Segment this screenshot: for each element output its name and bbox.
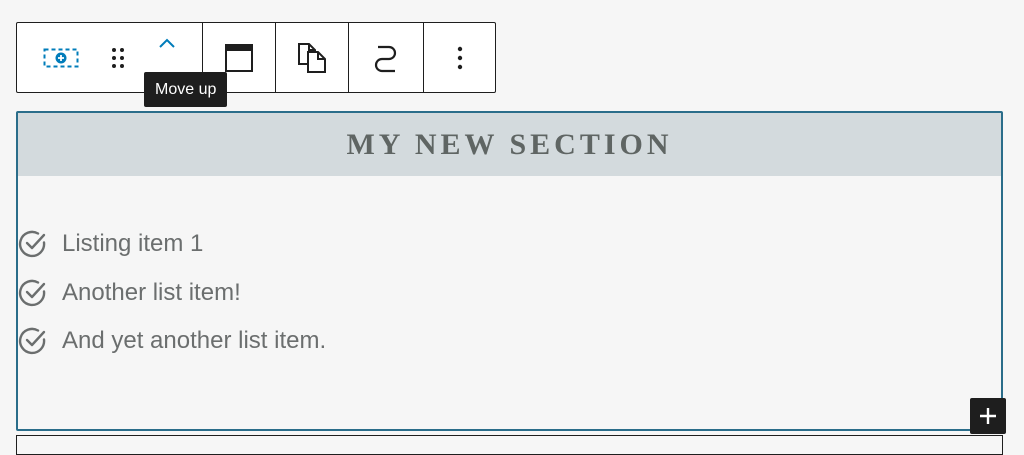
plus-icon: [980, 408, 996, 424]
toolbar-group-transform: [349, 23, 424, 92]
transform-icon: [374, 45, 397, 72]
layout-icon: [225, 43, 253, 72]
move-up-button[interactable]: [152, 23, 182, 63]
chevron-up-icon: [159, 38, 175, 48]
more-options-button[interactable]: [424, 23, 495, 92]
add-section-button[interactable]: [35, 23, 87, 92]
more-options-icon: [457, 46, 462, 69]
move-up-tooltip: Move up: [144, 72, 228, 107]
check-circle-icon: [18, 229, 48, 259]
toolbar-group-duplicate: [276, 23, 349, 92]
list-item-text[interactable]: Another list item!: [62, 279, 241, 307]
list-item-text[interactable]: And yet another list item.: [62, 327, 326, 355]
drag-handle-icon: [112, 47, 124, 68]
list-item: Listing item 1: [18, 220, 326, 269]
drag-handle-button[interactable]: [103, 23, 133, 92]
section-block[interactable]: MY NEW SECTION Listing item 1 Another li…: [16, 111, 1003, 431]
toolbar-group-parent: Move up: [17, 23, 228, 107]
list-item: Another list item!: [18, 269, 326, 318]
checklist: Listing item 1 Another list item! And ye…: [18, 220, 326, 366]
next-block[interactable]: [16, 435, 1003, 455]
duplicate-button[interactable]: [276, 23, 348, 92]
toolbar-group-options: [424, 23, 495, 92]
add-block-button[interactable]: [970, 398, 1006, 434]
list-item-text[interactable]: Listing item 1: [62, 230, 203, 258]
check-circle-icon: [18, 326, 48, 356]
duplicate-icon: [298, 42, 326, 73]
check-circle-icon: [18, 278, 48, 308]
block-toolbar: Move up: [16, 22, 496, 107]
transform-button[interactable]: [349, 23, 423, 92]
add-section-icon: [43, 48, 79, 67]
section-header: MY NEW SECTION: [18, 113, 1001, 176]
section-title[interactable]: MY NEW SECTION: [346, 128, 672, 162]
list-item: And yet another list item.: [18, 317, 326, 366]
